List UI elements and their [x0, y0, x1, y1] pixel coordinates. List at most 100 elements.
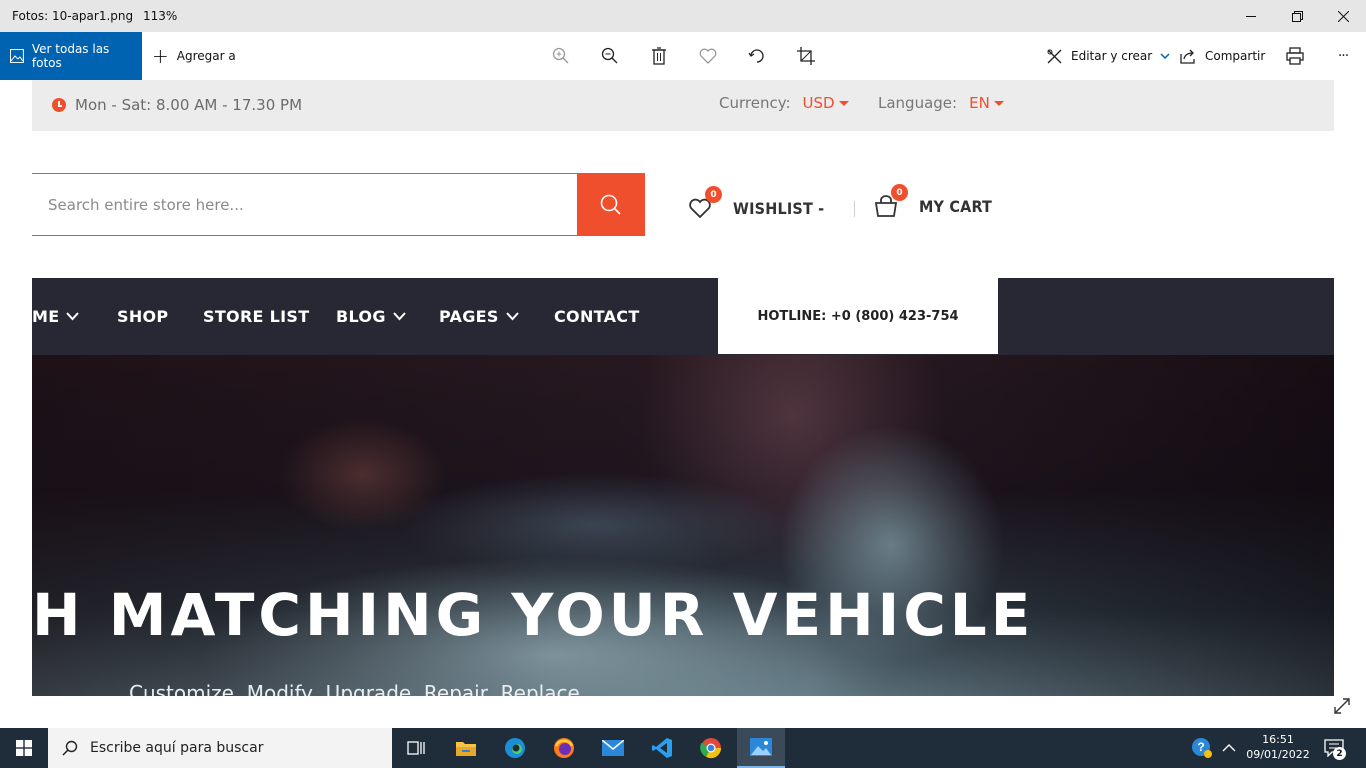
opening-hours: Mon - Sat: 8.00 AM - 17.30 PM — [52, 96, 302, 114]
nav-item-label: STORE LIST — [203, 307, 310, 326]
nav-item-label: SHOP — [117, 307, 169, 326]
minimize-button[interactable] — [1228, 0, 1274, 32]
edit-create-label: Editar y crear — [1071, 49, 1153, 63]
opening-hours-text: Mon - Sat: 8.00 AM - 17.30 PM — [75, 96, 303, 114]
nav-item-home[interactable]: ME — [32, 278, 80, 355]
chevron-up-icon[interactable] — [1222, 728, 1236, 768]
restore-button[interactable] — [1274, 0, 1320, 32]
taskbar-date: 09/01/2022 — [1246, 748, 1310, 761]
svg-text:?: ? — [1197, 740, 1204, 754]
chevron-down-icon — [393, 312, 406, 321]
task-view-icon[interactable] — [392, 728, 440, 768]
wishlist-label: WISHLIST - — [733, 198, 825, 218]
taskbar-time: 16:51 — [1262, 733, 1294, 746]
hero-banner: H MATCHING YOUR VEHICLE Customize, Modif… — [32, 355, 1334, 696]
photos-gallery-icon — [10, 49, 24, 63]
view-all-photos-label: Ver todas las fotos — [31, 42, 110, 70]
cart-link[interactable]: 0 MY CART — [872, 184, 993, 226]
taskbar-clock[interactable]: 16:51 09/01/2022 — [1246, 732, 1310, 762]
windows-taskbar: Escribe aquí para buscar ? 16:51 09/01/2… — [0, 728, 1366, 768]
edge-icon[interactable] — [491, 728, 539, 768]
share-icon — [1180, 49, 1195, 64]
nav-item-blog[interactable]: BLOG — [336, 278, 406, 355]
hero-title: H MATCHING YOUR VEHICLE — [32, 581, 1035, 649]
mail-icon[interactable] — [589, 728, 637, 768]
taskbar-search[interactable]: Escribe aquí para buscar — [48, 728, 392, 768]
zoom-out-icon[interactable] — [598, 44, 622, 68]
website-viewport: Mon - Sat: 8.00 AM - 17.30 PM Currency: … — [32, 80, 1334, 696]
delete-icon[interactable] — [647, 44, 671, 68]
add-to-label: Agregar a — [176, 49, 236, 63]
chevron-down-icon — [505, 312, 519, 321]
window-title-text: Fotos: 10-apar1.png — [12, 9, 134, 23]
search-icon — [62, 740, 78, 756]
restore-icon — [1291, 10, 1303, 22]
chevron-down-icon — [66, 312, 80, 321]
nav-item-label: PAGES — [439, 307, 499, 326]
zoom-level: 113% — [142, 9, 178, 23]
rotate-icon[interactable] — [745, 44, 769, 68]
zoom-in-icon[interactable] — [549, 44, 573, 68]
language-label: Language: — [878, 94, 958, 112]
start-button[interactable] — [0, 728, 48, 768]
hero-subtitle: Customize, Modify, Upgrade, Repair, Repl… — [129, 681, 580, 696]
crop-icon[interactable] — [794, 44, 818, 68]
windows-logo-icon — [16, 740, 32, 756]
language-value: EN — [969, 94, 990, 112]
nav-item-shop[interactable]: SHOP — [117, 278, 168, 355]
store-search — [32, 173, 645, 236]
search-input[interactable] — [32, 174, 577, 235]
wishlist-count-badge: 0 — [705, 186, 722, 203]
hotline-box[interactable]: HOTLINE: +0 (800) 423-754 — [718, 278, 998, 354]
chevron-down-icon — [1160, 53, 1170, 60]
close-icon — [1337, 10, 1349, 22]
file-explorer-icon[interactable] — [442, 728, 490, 768]
heart-favorite-icon[interactable] — [696, 44, 720, 68]
currency-selector[interactable]: Currency: USD — [719, 94, 849, 112]
site-topbar: Mon - Sat: 8.00 AM - 17.30 PM Currency: … — [32, 80, 1334, 131]
cart-label: MY CART — [919, 196, 993, 216]
language-selector[interactable]: Language: EN — [878, 94, 1004, 112]
nav-item-contact[interactable]: CONTACT — [554, 278, 640, 355]
edit-create-button[interactable]: Editar y crear — [1046, 32, 1170, 80]
taskbar-search-placeholder: Escribe aquí para buscar — [90, 740, 264, 756]
plus-icon: + — [152, 44, 169, 68]
nav-item-label: CONTACT — [554, 307, 640, 326]
wishlist-link[interactable]: 0 WISHLIST - — [686, 186, 825, 228]
wishlist-icon-wrap: 0 — [686, 186, 722, 222]
nav-item-store-list[interactable]: STORE LIST — [203, 278, 309, 355]
clock-icon — [52, 98, 66, 112]
help-icon[interactable]: ? — [1190, 728, 1214, 768]
notification-count-badge: 2 — [1333, 747, 1346, 760]
nav-item-label: ME — [32, 307, 60, 326]
nav-item-pages[interactable]: PAGES — [439, 278, 519, 355]
share-button[interactable]: Compartir — [1180, 32, 1265, 80]
firefox-icon[interactable] — [540, 728, 588, 768]
cart-count-badge: 0 — [891, 184, 908, 201]
nav-item-label: BLOG — [336, 307, 386, 326]
add-to-button[interactable]: + Agregar a — [152, 32, 236, 80]
caret-down-icon — [993, 100, 1004, 106]
more-options-button[interactable]: ··· — [1331, 44, 1355, 68]
view-all-photos-button[interactable]: Ver todas las fotos — [0, 32, 142, 80]
chrome-icon[interactable] — [687, 728, 735, 768]
currency-label: Currency: — [719, 94, 791, 112]
window-title: Fotos: 10-apar1.png 113% — [12, 9, 177, 23]
share-label: Compartir — [1205, 49, 1266, 63]
photos-toolbar: Ver todas las fotos + Agregar a Editar y… — [0, 32, 1366, 80]
minimize-icon — [1245, 15, 1256, 17]
close-button[interactable] — [1320, 0, 1366, 32]
edit-create-icon — [1047, 49, 1062, 63]
window-titlebar: Fotos: 10-apar1.png 113% — [0, 0, 1366, 32]
search-button[interactable] — [577, 173, 645, 236]
expand-fullscreen-icon[interactable] — [1330, 694, 1354, 718]
search-icon — [600, 194, 621, 215]
cart-icon-wrap: 0 — [872, 184, 908, 220]
header-divider — [854, 201, 855, 217]
currency-value: USD — [802, 94, 835, 112]
photos-icon[interactable] — [737, 728, 785, 768]
vscode-icon[interactable] — [638, 728, 686, 768]
notification-center-button[interactable]: 2 — [1320, 736, 1348, 760]
print-icon[interactable] — [1283, 44, 1307, 68]
main-navigation: ME SHOP STORE LIST BLOG PAGES CONTACT — [32, 278, 1334, 355]
